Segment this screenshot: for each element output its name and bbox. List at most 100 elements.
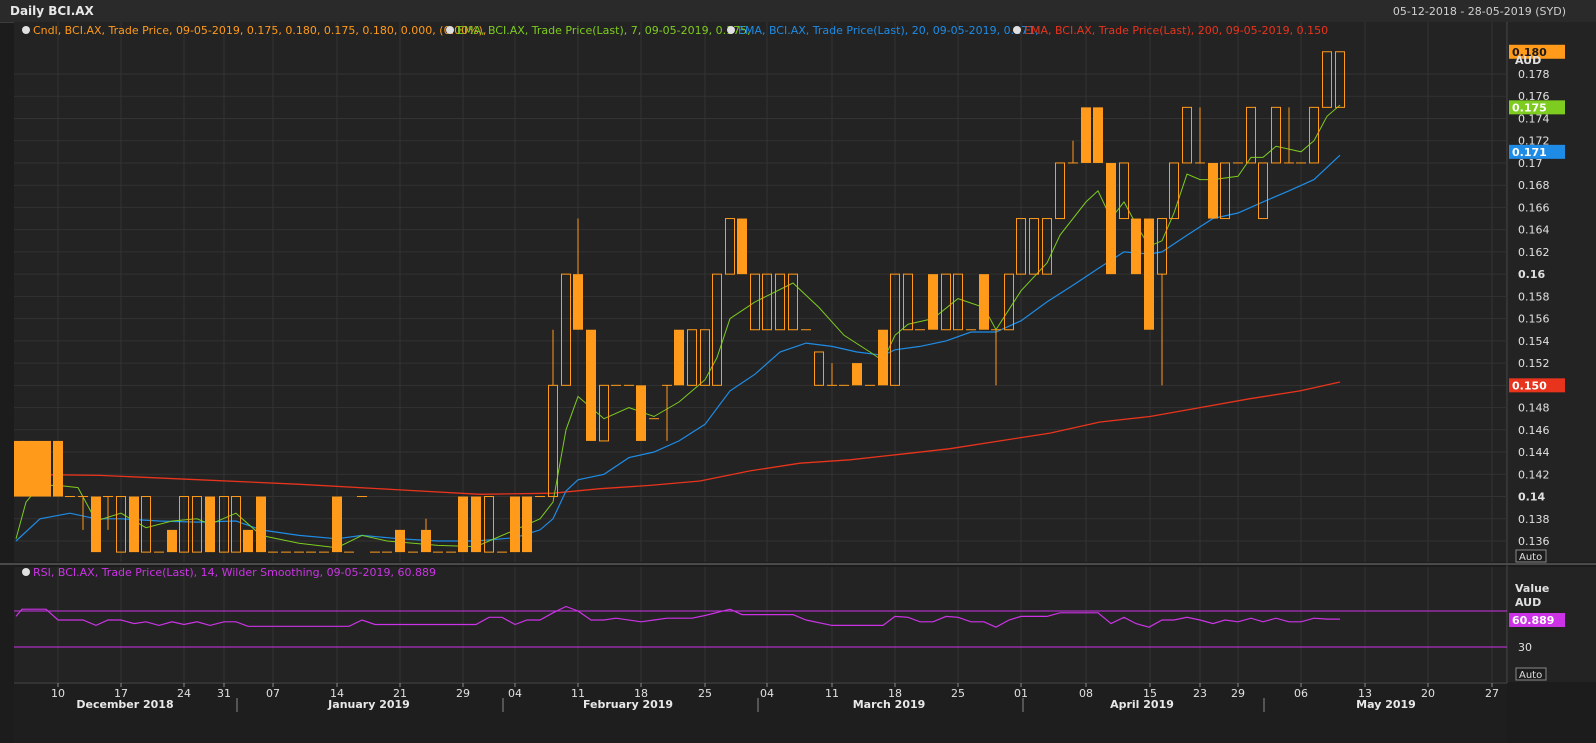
time-tick-label: 11 <box>825 687 839 700</box>
rsi-axis-unit: AUD <box>1515 596 1541 609</box>
candle[interactable] <box>53 440 63 497</box>
candle[interactable] <box>458 496 468 553</box>
time-tick-label: 31 <box>217 687 231 700</box>
candle[interactable] <box>1093 107 1103 163</box>
time-tick-label: 25 <box>698 687 712 700</box>
candle-body <box>1144 218 1154 330</box>
candle-body <box>458 496 468 553</box>
candle-body <box>510 496 520 553</box>
candle-body <box>22 440 32 497</box>
candle-body <box>1081 107 1091 163</box>
candle[interactable] <box>674 329 684 386</box>
price-auto-label: Auto <box>1519 552 1542 563</box>
candle-body <box>395 529 405 553</box>
candle[interactable] <box>22 440 32 497</box>
candle[interactable] <box>510 496 520 553</box>
price-axis-unit: AUD <box>1515 54 1541 67</box>
price-tick-label: 0.148 <box>1518 402 1550 415</box>
candle[interactable] <box>1131 218 1141 275</box>
month-label: April 2019 <box>1110 698 1174 711</box>
legend-ema20-text[interactable]: EMA, BCI.AX, Trade Price(Last), 20, 09-0… <box>738 24 1039 37</box>
candle[interactable] <box>1208 162 1218 219</box>
legend-cndl-icon[interactable] <box>22 26 30 34</box>
candle[interactable] <box>636 385 646 441</box>
price-tick-label: 0.136 <box>1518 535 1550 548</box>
legend-ema7-text[interactable]: EMA, BCI.AX, Trade Price(Last), 7, 09-05… <box>457 24 751 37</box>
candle-body <box>636 385 646 441</box>
price-badge-text: 0.150 <box>1512 379 1547 392</box>
price-tick-label: 0.16 <box>1518 268 1545 281</box>
candle-body <box>41 440 51 497</box>
time-tick-label: 29 <box>456 687 470 700</box>
candle[interactable] <box>129 496 139 553</box>
legend-cndl-text[interactable]: Cndl, BCI.AX, Trade Price, 09-05-2019, 0… <box>33 24 486 37</box>
price-tick-label: 0.144 <box>1518 446 1550 459</box>
candle-body <box>878 329 888 386</box>
candle-body <box>205 496 215 553</box>
legend-rsi-icon[interactable] <box>22 568 30 576</box>
time-tick-label: 20 <box>1421 687 1435 700</box>
price-tick-label: 0.162 <box>1518 246 1550 259</box>
candle[interactable] <box>471 496 481 553</box>
candle[interactable] <box>878 329 888 386</box>
legend-ema7-icon[interactable] <box>446 26 454 34</box>
candle-body <box>243 529 253 553</box>
candle-body <box>53 440 63 497</box>
candle[interactable] <box>167 529 177 553</box>
legend-ema200-icon[interactable] <box>1013 26 1021 34</box>
candle[interactable] <box>395 529 405 553</box>
time-tick-label: 06 <box>1294 687 1308 700</box>
candle-body <box>129 496 139 553</box>
price-badge: 0.150 <box>1509 378 1565 393</box>
candle[interactable] <box>31 440 41 497</box>
price-badge-text: 0.175 <box>1512 101 1547 114</box>
candle[interactable] <box>205 496 215 553</box>
month-label: January 2019 <box>327 698 410 711</box>
candle-body <box>737 218 747 275</box>
price-badge-text: 0.171 <box>1512 146 1547 159</box>
candle[interactable] <box>737 218 747 275</box>
candle-body <box>421 529 431 553</box>
candle-body <box>1093 107 1103 163</box>
price-tick-label: 0.156 <box>1518 313 1550 326</box>
candle[interactable] <box>41 440 51 497</box>
candle-body <box>928 274 938 330</box>
candle-body <box>1208 162 1218 219</box>
candle-body <box>586 329 596 441</box>
rsi-auto-label: Auto <box>1519 670 1542 681</box>
time-tick-label: 25 <box>951 687 965 700</box>
date-range[interactable]: 05-12-2018 - 28-05-2019 (SYD) <box>1393 5 1566 18</box>
candle-body <box>167 529 177 553</box>
candle-body <box>979 274 989 330</box>
time-tick-label: 27 <box>1485 687 1499 700</box>
candle[interactable] <box>1106 162 1116 275</box>
time-tick-label: 01 <box>1014 687 1028 700</box>
candle-body <box>573 274 583 330</box>
candle[interactable] <box>256 496 266 553</box>
month-label: December 2018 <box>76 698 173 711</box>
candle-body <box>852 363 862 386</box>
candle[interactable] <box>852 363 862 386</box>
candle[interactable] <box>1081 107 1091 163</box>
rsi-legend: RSI, BCI.AX, Trade Price(Last), 14, Wild… <box>22 566 436 579</box>
candle[interactable] <box>928 274 938 330</box>
time-tick-label: 04 <box>508 687 522 700</box>
time-tick-label: 08 <box>1079 687 1093 700</box>
legend-rsi-text[interactable]: RSI, BCI.AX, Trade Price(Last), 14, Wild… <box>33 566 436 579</box>
candle[interactable] <box>979 274 989 330</box>
candle[interactable] <box>243 529 253 553</box>
month-label: February 2019 <box>583 698 673 711</box>
candle-body <box>522 496 532 553</box>
legend-ema200-text[interactable]: EMA, BCI.AX, Trade Price(Last), 200, 09-… <box>1024 24 1328 37</box>
price-tick-label: 0.158 <box>1518 290 1550 303</box>
candle[interactable] <box>332 496 342 553</box>
rsi-pane[interactable] <box>14 567 1507 682</box>
candle[interactable] <box>91 496 101 553</box>
candle[interactable] <box>522 496 532 553</box>
candle[interactable] <box>1144 218 1154 330</box>
candle[interactable] <box>586 329 596 441</box>
chart-canvas[interactable]: 0.1360.1380.140.1420.1440.1460.1480.150.… <box>0 22 1596 743</box>
candle-body <box>332 496 342 553</box>
legend-ema20-icon[interactable] <box>727 26 735 34</box>
time-tick-label: 29 <box>1231 687 1245 700</box>
